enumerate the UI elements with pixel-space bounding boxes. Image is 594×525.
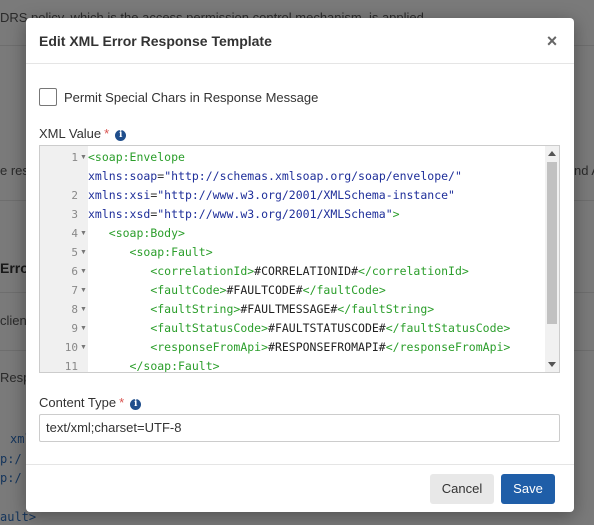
- code-token: #FAULTCODE#: [226, 283, 303, 297]
- required-marker: *: [119, 395, 125, 410]
- code-area[interactable]: <soap:Envelope xmlns:soap="http://schemas…: [88, 146, 545, 372]
- code-line[interactable]: <soap:Envelope: [88, 148, 185, 167]
- line-number: 1: [71, 151, 78, 164]
- edit-xml-error-template-dialog: Edit XML Error Response Template × Permi…: [26, 18, 574, 512]
- modal-footer: Cancel Save: [26, 464, 574, 512]
- code-token: #RESPONSEFROMAPI#: [268, 340, 386, 354]
- code-token: "http://schemas.xmlsoap.org/soap/envelop…: [164, 169, 462, 183]
- fold-toggle-icon[interactable]: ▼: [80, 148, 87, 167]
- content-type-label-text: Content Type: [39, 395, 117, 410]
- code-token: "http://www.w3.org/2001/XMLSchema": [157, 207, 393, 221]
- fold-toggle-icon[interactable]: ▼: [80, 224, 87, 243]
- code-line[interactable]: xmlns:soap="http://schemas.xmlsoap.org/s…: [88, 167, 462, 186]
- permit-special-chars-row: Permit Special Chars in Response Message: [39, 88, 318, 106]
- save-button[interactable]: Save: [501, 474, 555, 504]
- code-token: <soap:Fault>: [129, 245, 213, 259]
- close-icon[interactable]: ×: [544, 30, 560, 52]
- content-type-input[interactable]: text/xml;charset=UTF-8: [39, 414, 560, 442]
- code-token: <responseFromApi>: [150, 340, 269, 354]
- line-number: 10: [64, 341, 78, 354]
- xml-code-editor[interactable]: 1 ▼ 2 3 4 ▼ 5 ▼ 6 ▼ 7 ▼ 8 ▼ 9 ▼ 10 ▼ 11 <soap:Envelope xmln…: [39, 145, 560, 373]
- modal-title: Edit XML Error Response Template: [39, 33, 272, 49]
- line-number: 5: [71, 246, 78, 259]
- xml-value-label: XML Value * i: [39, 126, 127, 141]
- line-number: 11: [64, 360, 78, 373]
- code-token: </faultCode>: [302, 283, 386, 297]
- line-number-gutter: 1 ▼ 2 3 4 ▼ 5 ▼ 6 ▼ 7 ▼ 8 ▼ 9 ▼ 10 ▼ 11: [40, 146, 88, 372]
- content-type-label: Content Type * i: [39, 395, 142, 410]
- code-token: #CORRELATIONID#: [254, 264, 359, 278]
- code-token: #FAULTSTATUSCODE#: [268, 321, 386, 335]
- code-token: </faultString>: [337, 302, 435, 316]
- code-token: <correlationId>: [150, 264, 255, 278]
- code-token: </soap:Fault>: [129, 359, 220, 372]
- code-line[interactable]: <faultString>#FAULTMESSAGE#</faultString…: [88, 300, 434, 319]
- line-number: [40, 167, 78, 186]
- code-line[interactable]: <faultStatusCode>#FAULTSTATUSCODE#</faul…: [88, 319, 510, 338]
- code-token: </correlationId>: [358, 264, 469, 278]
- code-token: <faultString>: [150, 302, 241, 316]
- permit-special-chars-checkbox[interactable]: [39, 88, 57, 106]
- code-line[interactable]: <soap:Fault>: [88, 243, 213, 262]
- code-token: <faultCode>: [150, 283, 227, 297]
- xml-value-label-text: XML Value: [39, 126, 102, 141]
- code-line[interactable]: </soap:Fault>: [88, 357, 220, 372]
- fold-toggle-icon[interactable]: ▼: [80, 319, 87, 338]
- fold-toggle-icon[interactable]: ▼: [80, 300, 87, 319]
- code-token: xmlns:soap: [88, 169, 158, 183]
- modal-header: Edit XML Error Response Template ×: [26, 18, 574, 64]
- fold-toggle-icon[interactable]: ▼: [80, 243, 87, 262]
- line-number: 7: [71, 284, 78, 297]
- line-number: 2: [71, 189, 78, 202]
- line-number: 3: [71, 208, 78, 221]
- code-line[interactable]: <responseFromApi>#RESPONSEFROMAPI#</resp…: [88, 338, 510, 357]
- line-number: 8: [71, 303, 78, 316]
- code-line[interactable]: xmlns:xsd="http://www.w3.org/2001/XMLSch…: [88, 205, 400, 224]
- code-line[interactable]: xmlns:xsi="http://www.w3.org/2001/XMLSch…: [88, 186, 455, 205]
- permit-special-chars-label[interactable]: Permit Special Chars in Response Message: [64, 90, 318, 105]
- code-token: >: [392, 207, 400, 221]
- code-token: </faultStatusCode>: [385, 321, 511, 335]
- line-number: 9: [71, 322, 78, 335]
- line-number: 6: [71, 265, 78, 278]
- cancel-button[interactable]: Cancel: [430, 474, 494, 504]
- code-token: <faultStatusCode>: [150, 321, 269, 335]
- scroll-down-icon[interactable]: [548, 362, 556, 367]
- code-token: </responseFromApi>: [385, 340, 511, 354]
- code-line[interactable]: <correlationId>#CORRELATIONID#</correlat…: [88, 262, 469, 281]
- code-line[interactable]: <faultCode>#FAULTCODE#</faultCode>: [88, 281, 386, 300]
- required-marker: *: [104, 126, 110, 141]
- info-icon[interactable]: i: [130, 399, 142, 410]
- code-token: <soap:Envelope: [88, 150, 185, 164]
- editor-scrollbar[interactable]: [545, 146, 559, 372]
- info-icon[interactable]: i: [115, 130, 127, 141]
- code-token: "http://www.w3.org/2001/XMLSchema-instan…: [157, 188, 455, 202]
- code-token: xmlns:xsi: [88, 188, 151, 202]
- fold-toggle-icon[interactable]: ▼: [80, 262, 87, 281]
- code-line[interactable]: <soap:Body>: [88, 224, 185, 243]
- code-token: xmlns:xsd: [88, 207, 151, 221]
- scroll-up-icon[interactable]: [548, 151, 556, 156]
- code-token: #FAULTMESSAGE#: [240, 302, 338, 316]
- fold-toggle-icon[interactable]: ▼: [80, 338, 87, 357]
- code-token: <soap:Body>: [108, 226, 185, 240]
- scrollbar-thumb[interactable]: [547, 162, 557, 324]
- fold-toggle-icon[interactable]: ▼: [80, 281, 87, 300]
- line-number: 4: [71, 227, 78, 240]
